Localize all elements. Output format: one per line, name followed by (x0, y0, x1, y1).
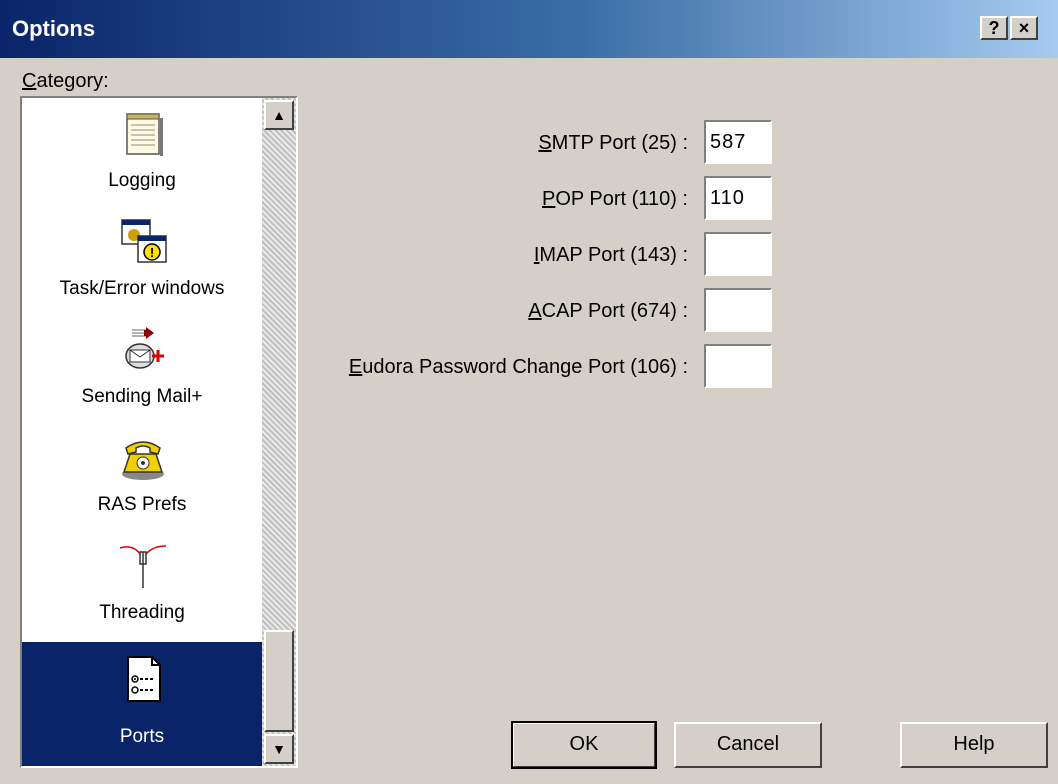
imap-port-input[interactable] (704, 232, 772, 276)
help-title-button[interactable]: ? (980, 16, 1008, 40)
category-item-label: Threading (99, 602, 185, 623)
smtp-port-label: SMTP Port (25) : (538, 132, 688, 154)
smtp-port-input[interactable] (704, 120, 772, 164)
scroll-thumb[interactable] (264, 630, 294, 732)
category-item-threading[interactable]: Threading (22, 530, 262, 638)
category-item-label: Sending Mail+ (81, 386, 203, 407)
scroll-down-button[interactable]: ▼ (264, 734, 294, 764)
pop-port-input[interactable] (704, 176, 772, 220)
eudora-password-port-input[interactable] (704, 344, 772, 388)
acap-port-input[interactable] (704, 288, 772, 332)
window-title: Options (12, 16, 96, 41)
telephone-icon (122, 441, 164, 480)
threading-icon (119, 545, 167, 588)
eudora-password-port-row: Eudora Password Change Port (106) : (0, 344, 1058, 388)
smtp-port-row: SMTP Port (25) : (0, 120, 1058, 164)
category-item-ras-prefs[interactable]: RAS Prefs (22, 422, 262, 530)
category-label: Category: (22, 70, 109, 92)
close-title-button[interactable]: × (1010, 16, 1038, 40)
title-bar: Options ? × (0, 0, 1058, 58)
eudora-password-port-label: Eudora Password Change Port (106) : (348, 356, 688, 378)
acap-port-row: ACAP Port (674) : (0, 288, 1058, 332)
pop-port-row: POP Port (110) : (0, 176, 1058, 220)
pop-port-label: POP Port (110) : (542, 188, 688, 210)
ports-document-icon (127, 656, 161, 702)
imap-port-label: IMAP Port (143) : (533, 244, 688, 266)
imap-port-row: IMAP Port (143) : (0, 232, 1058, 276)
category-item-ports[interactable]: Ports (22, 642, 262, 766)
help-button[interactable]: Help (900, 722, 1048, 768)
category-item-label: Ports (119, 726, 165, 747)
category-item-label: RAS Prefs (97, 494, 187, 515)
cancel-button[interactable]: Cancel (674, 722, 822, 768)
acap-port-label: ACAP Port (674) : (528, 300, 688, 322)
ok-button[interactable]: OK (511, 721, 657, 769)
